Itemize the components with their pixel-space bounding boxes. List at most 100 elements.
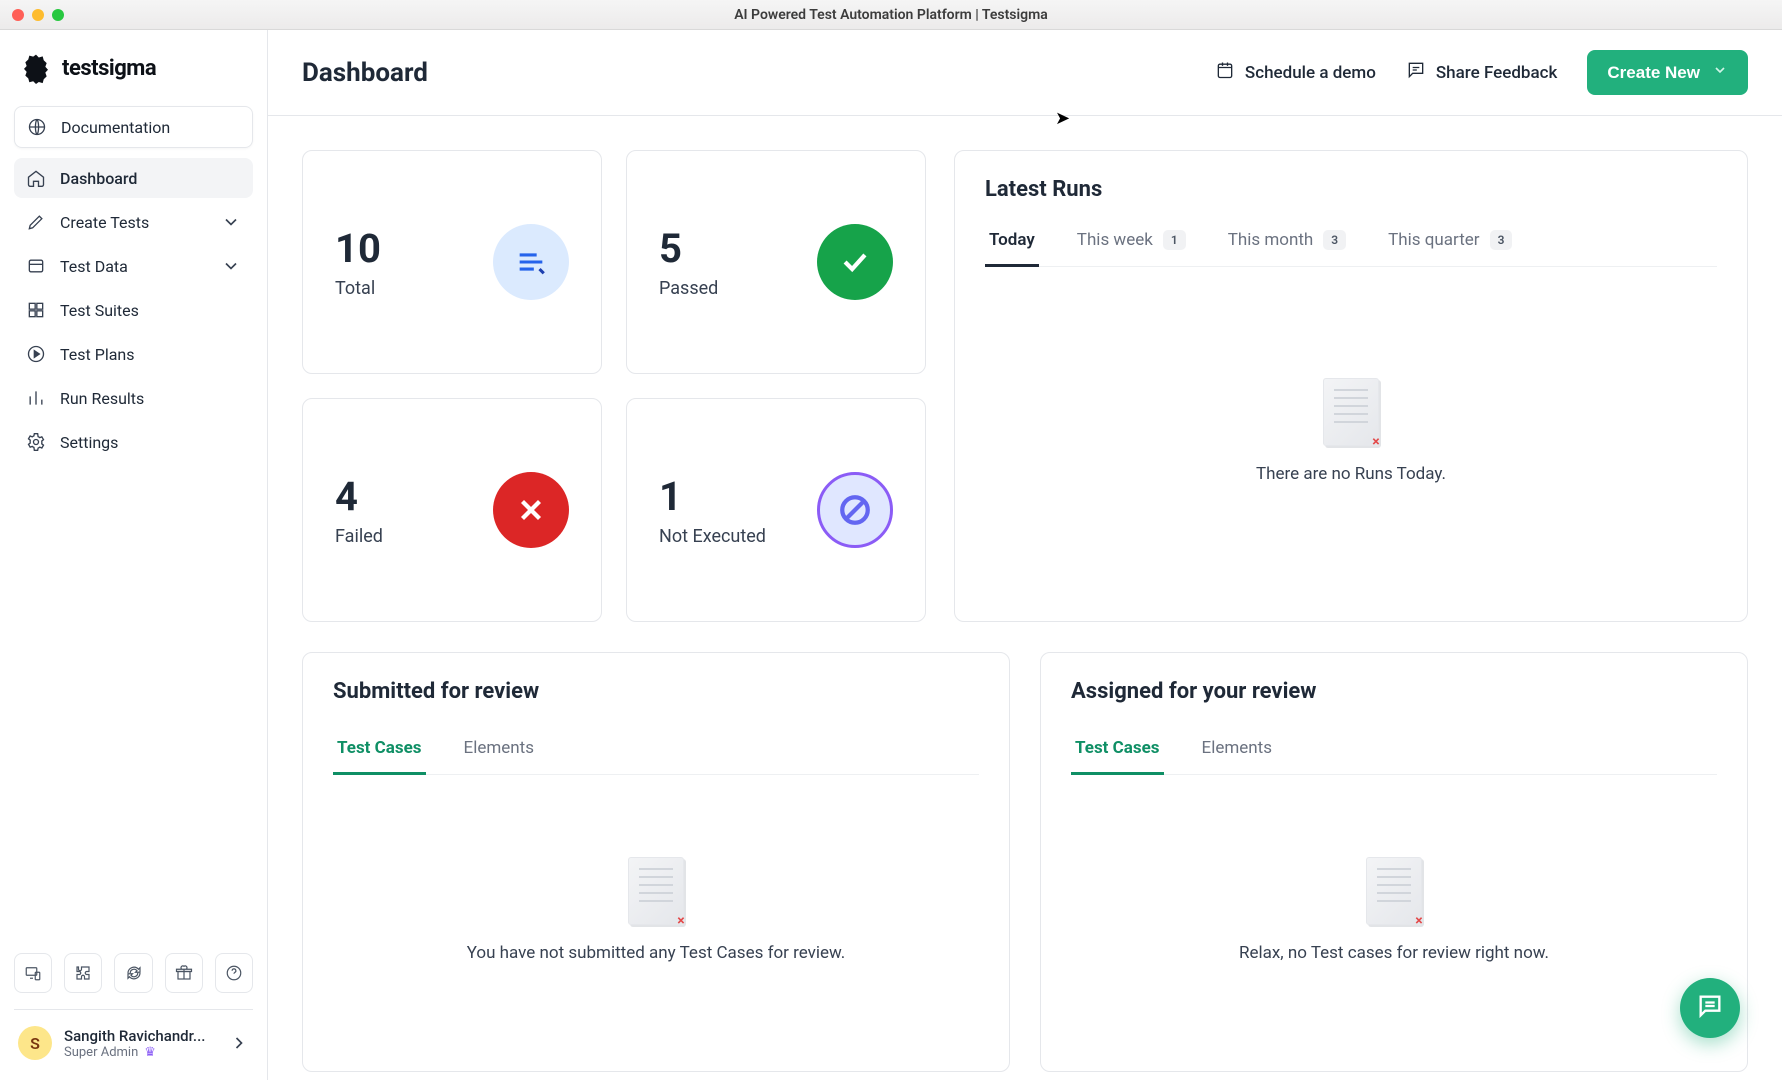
pencil-icon xyxy=(26,212,46,232)
create-new-button[interactable]: Create New xyxy=(1587,50,1748,95)
sidebar-item-label: Documentation xyxy=(61,118,170,137)
submitted-empty: You have not submitted any Test Cases fo… xyxy=(333,775,979,1045)
sidebar-item-documentation[interactable]: Documentation xyxy=(14,106,253,148)
stat-label: Total xyxy=(335,278,381,299)
tab-this-quarter[interactable]: This quarter3 xyxy=(1384,220,1516,267)
chevron-down-icon xyxy=(221,256,241,276)
sidebar-item-label: Create Tests xyxy=(60,213,149,232)
sidebar-item-label: Settings xyxy=(60,433,118,452)
device-icon-button[interactable] xyxy=(14,953,52,993)
stats-grid: 10 Total 5 Passed xyxy=(302,150,926,622)
zoom-window-button[interactable] xyxy=(52,9,64,21)
assigned-tabs: Test Cases Elements xyxy=(1071,728,1717,775)
chevron-down-icon xyxy=(221,212,241,232)
brand-name: testsigma xyxy=(62,56,156,81)
x-circle-icon xyxy=(493,472,569,548)
brand[interactable]: testsigma xyxy=(14,44,253,106)
tab-today[interactable]: Today xyxy=(985,220,1039,267)
sidebar-item-test-plans[interactable]: Test Plans xyxy=(14,334,253,374)
help-icon-button[interactable] xyxy=(215,953,253,993)
total-icon xyxy=(493,224,569,300)
tab-this-week[interactable]: This week1 xyxy=(1073,220,1190,267)
page-header: Dashboard Schedule a demo Share Feedback… xyxy=(268,30,1782,116)
crown-icon: ♛ xyxy=(144,1045,156,1060)
main: Dashboard Schedule a demo Share Feedback… xyxy=(268,30,1782,1080)
window-controls xyxy=(12,9,64,21)
sidebar-item-test-data[interactable]: Test Data xyxy=(14,246,253,286)
sidebar-item-label: Test Data xyxy=(60,257,128,276)
panel-title: Submitted for review xyxy=(333,679,979,704)
assigned-review-panel: Assigned for your review Test Cases Elem… xyxy=(1040,652,1748,1072)
stat-value: 5 xyxy=(659,225,718,272)
minimize-window-button[interactable] xyxy=(32,9,44,21)
stat-label: Failed xyxy=(335,526,383,547)
avatar: S xyxy=(18,1026,52,1060)
page-title: Dashboard xyxy=(302,58,428,88)
stat-passed[interactable]: 5 Passed xyxy=(626,150,926,374)
home-icon xyxy=(26,168,46,188)
panel-title: Assigned for your review xyxy=(1071,679,1717,704)
tab-test-cases[interactable]: Test Cases xyxy=(333,728,426,775)
empty-text: You have not submitted any Test Cases fo… xyxy=(467,943,846,963)
submitted-review-panel: Submitted for review Test Cases Elements… xyxy=(302,652,1010,1072)
sidebar-item-create-tests[interactable]: Create Tests xyxy=(14,202,253,242)
refresh-icon-button[interactable] xyxy=(114,953,152,993)
latest-runs-empty: There are no Runs Today. xyxy=(985,267,1717,595)
submitted-tabs: Test Cases Elements xyxy=(333,728,979,775)
divider xyxy=(14,1009,253,1010)
chat-icon xyxy=(1696,992,1724,1024)
window-title: AI Powered Test Automation Platform | Te… xyxy=(734,7,1048,23)
stat-failed[interactable]: 4 Failed xyxy=(302,398,602,622)
user-name: Sangith Ravichandr... xyxy=(64,1027,205,1045)
gear-icon xyxy=(26,432,46,452)
tab-this-month[interactable]: This month3 xyxy=(1224,220,1350,267)
empty-text: Relax, no Test cases for review right no… xyxy=(1239,943,1549,963)
tab-elements[interactable]: Elements xyxy=(1198,728,1276,775)
sidebar: testsigma Documentation Dashboard Create xyxy=(0,30,268,1080)
empty-document-icon xyxy=(1366,857,1422,925)
tab-test-cases[interactable]: Test Cases xyxy=(1071,728,1164,775)
puzzle-icon-button[interactable] xyxy=(64,953,102,993)
sidebar-item-label: Test Plans xyxy=(60,345,135,364)
sidebar-item-label: Run Results xyxy=(60,389,144,408)
grid-icon xyxy=(26,300,46,320)
database-icon xyxy=(26,256,46,276)
gift-icon-button[interactable] xyxy=(165,953,203,993)
stat-label: Not Executed xyxy=(659,526,766,547)
slash-circle-icon xyxy=(817,472,893,548)
sidebar-utility-row xyxy=(14,945,253,1005)
sidebar-item-settings[interactable]: Settings xyxy=(14,422,253,462)
stat-value: 1 xyxy=(659,473,766,520)
stat-label: Passed xyxy=(659,278,718,299)
chat-fab[interactable] xyxy=(1680,978,1740,1038)
panel-title: Latest Runs xyxy=(985,177,1717,202)
sidebar-item-test-suites[interactable]: Test Suites xyxy=(14,290,253,330)
feedback-icon xyxy=(1406,60,1426,85)
schedule-demo-button[interactable]: Schedule a demo xyxy=(1215,60,1376,85)
stat-value: 10 xyxy=(335,225,381,272)
sidebar-item-label: Dashboard xyxy=(60,169,137,188)
share-feedback-button[interactable]: Share Feedback xyxy=(1406,60,1558,85)
assigned-empty: Relax, no Test cases for review right no… xyxy=(1071,775,1717,1045)
user-role: Super Admin ♛ xyxy=(64,1045,205,1060)
latest-runs-tabs: Today This week1 This month3 This quarte… xyxy=(985,220,1717,267)
stat-value: 4 xyxy=(335,473,383,520)
tab-elements[interactable]: Elements xyxy=(460,728,538,775)
user-menu[interactable]: S Sangith Ravichandr... Super Admin ♛ xyxy=(14,1024,253,1062)
stat-total[interactable]: 10 Total xyxy=(302,150,602,374)
play-circle-icon xyxy=(26,344,46,364)
chevron-right-icon xyxy=(229,1033,249,1053)
chevron-down-icon xyxy=(1712,62,1728,83)
sidebar-item-dashboard[interactable]: Dashboard xyxy=(14,158,253,198)
check-circle-icon xyxy=(817,224,893,300)
empty-document-icon xyxy=(628,857,684,925)
empty-text: There are no Runs Today. xyxy=(1256,464,1446,484)
calendar-icon xyxy=(1215,60,1235,85)
empty-document-icon xyxy=(1323,378,1379,446)
close-window-button[interactable] xyxy=(12,9,24,21)
sidebar-item-run-results[interactable]: Run Results xyxy=(14,378,253,418)
latest-runs-panel: Latest Runs Today This week1 This month3… xyxy=(954,150,1748,622)
stat-not-executed[interactable]: 1 Not Executed xyxy=(626,398,926,622)
brand-logo-icon xyxy=(20,52,52,84)
sidebar-item-label: Test Suites xyxy=(60,301,139,320)
